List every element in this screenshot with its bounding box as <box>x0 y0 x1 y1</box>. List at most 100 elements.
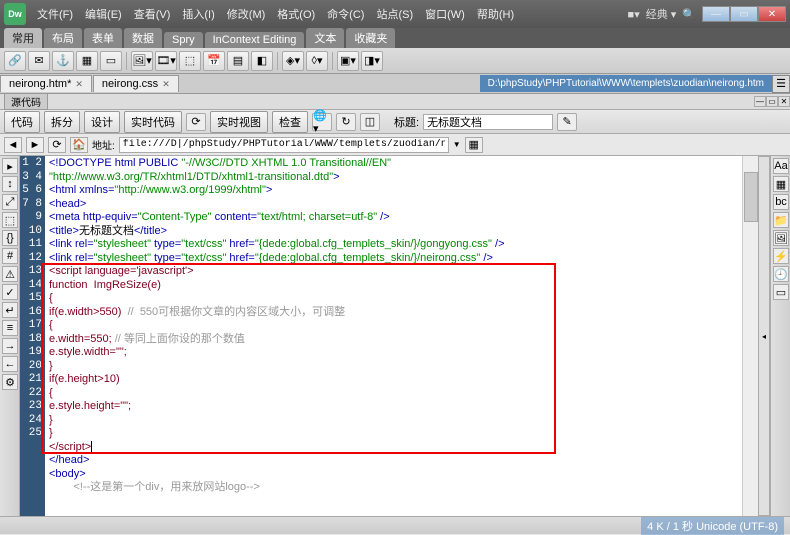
expand-icon[interactable]: ⤢ <box>2 194 18 210</box>
view-code-button[interactable]: 代码 <box>4 111 40 133</box>
scroll-thumb[interactable] <box>744 172 758 222</box>
menu-item[interactable]: 站点(S) <box>371 4 418 24</box>
category-tab[interactable]: 常用 <box>4 28 42 48</box>
f4-icon[interactable]: ⟳ <box>186 113 206 131</box>
menu-item[interactable]: 文件(F) <box>32 4 78 24</box>
close-tab-icon[interactable]: ✕ <box>75 79 83 90</box>
menu-item[interactable]: 插入(I) <box>177 4 219 24</box>
insert-anchor-icon[interactable]: ⚓ <box>52 51 74 71</box>
menu-item[interactable]: 编辑(E) <box>80 4 127 24</box>
insert-date-icon[interactable]: 📅 <box>203 51 225 71</box>
address-input[interactable] <box>119 137 449 153</box>
insert-script-icon[interactable]: ◊▾ <box>306 51 328 71</box>
category-tab[interactable]: 数据 <box>124 28 162 48</box>
title-label: 标题: <box>394 114 419 130</box>
maximize-button[interactable]: ▭ <box>730 6 758 22</box>
view-design-button[interactable]: 设计 <box>84 111 120 133</box>
inspect-button[interactable]: 检查 <box>272 111 308 133</box>
insert-tag-icon[interactable]: ◨▾ <box>361 51 383 71</box>
insert-template-icon[interactable]: ▣▾ <box>337 51 359 71</box>
panel-min-icon[interactable]: — <box>754 96 766 107</box>
view-split-button[interactable]: 拆分 <box>44 111 80 133</box>
panel-dock-right: Aa ▦ bc 📁 🖼 ⚡ 🕘 ▭ <box>770 156 790 516</box>
doc-menu-icon[interactable]: ☰ <box>772 75 790 93</box>
insert-table-icon[interactable]: ▦ <box>76 51 98 71</box>
select-parent-icon[interactable]: ⬚ <box>2 212 18 228</box>
search-glass-icon[interactable]: 🔍 <box>682 8 696 21</box>
document-path: D:\phpStudy\PHPTutorial\WWW\templets\zuo… <box>480 75 772 92</box>
indent-icon[interactable]: → <box>2 338 18 354</box>
category-tab[interactable]: 文本 <box>306 28 344 48</box>
insert-server-icon[interactable]: ▤ <box>227 51 249 71</box>
category-tab[interactable]: 布局 <box>44 28 82 48</box>
forward-icon[interactable]: ► <box>26 137 44 153</box>
menu-item[interactable]: 查看(V) <box>129 4 176 24</box>
category-tab[interactable]: Spry <box>164 32 203 48</box>
menu-item[interactable]: 帮助(H) <box>472 4 519 24</box>
close-tab-icon[interactable]: ✕ <box>162 79 170 90</box>
search-icon[interactable]: ■▾ <box>628 8 640 21</box>
browse-icon[interactable]: ▦ <box>465 137 483 153</box>
business-catalyst-icon[interactable]: bc <box>773 194 789 210</box>
insert-image-icon[interactable]: 🖼▾ <box>131 51 153 71</box>
balance-braces-icon[interactable]: {} <box>2 230 18 246</box>
format-icon[interactable]: ⚙ <box>2 374 18 390</box>
code-editor[interactable]: 1 2 3 4 5 6 7 8 9 10 11 12 13 14 15 16 1… <box>20 156 758 516</box>
insert-hyperlink-icon[interactable]: 🔗 <box>4 51 26 71</box>
line-numbers-icon[interactable]: # <box>2 248 18 264</box>
assets-panel-icon[interactable]: 🖼 <box>773 230 789 246</box>
menu-item[interactable]: 窗口(W) <box>420 4 470 24</box>
panel-close-icon[interactable]: ✕ <box>778 96 790 107</box>
category-tab[interactable]: 表单 <box>84 28 122 48</box>
address-bar: ◄ ► ⟳ 🏠 地址: ▼ ▦ <box>0 134 790 156</box>
keywords-icon[interactable]: ✎ <box>557 113 577 131</box>
document-tab[interactable]: neirong.css✕ <box>93 75 179 92</box>
insert-div-icon[interactable]: ▭ <box>100 51 122 71</box>
source-code-tab[interactable]: 源代码 <box>4 93 48 110</box>
menu-item[interactable]: 修改(M) <box>222 4 271 24</box>
refresh-icon[interactable]: ↻ <box>336 113 356 131</box>
stop-icon[interactable]: ⟳ <box>48 137 66 153</box>
panel-restore-icon[interactable]: ▭ <box>766 96 778 107</box>
status-info: 4 K / 1 秒 Unicode (UTF-8) <box>641 517 784 535</box>
ap-elements-icon[interactable]: ▦ <box>773 176 789 192</box>
insert-widget-icon[interactable]: ⬚ <box>179 51 201 71</box>
browser-preview-icon[interactable]: 🌐▾ <box>312 113 332 131</box>
insert-comment-icon[interactable]: ◧ <box>251 51 273 71</box>
live-code-button[interactable]: 实时代码 <box>124 111 182 133</box>
minimize-button[interactable]: — <box>702 6 730 22</box>
category-tab[interactable]: 收藏夹 <box>346 28 395 48</box>
syntax-error-icon[interactable]: ✓ <box>2 284 18 300</box>
insert-email-icon[interactable]: ✉ <box>28 51 50 71</box>
open-docs-icon[interactable]: ▸ <box>2 158 18 174</box>
behaviors-icon[interactable]: ⚡ <box>773 248 789 264</box>
window-controls: — ▭ ✕ <box>702 6 786 22</box>
outdent-icon[interactable]: ← <box>2 356 18 372</box>
category-tab[interactable]: InContext Editing <box>205 32 305 48</box>
file-mgmt-icon[interactable]: ◫ <box>360 113 380 131</box>
menu-item[interactable]: 格式(O) <box>272 4 320 24</box>
menu-bar: 文件(F)编辑(E)查看(V)插入(I)修改(M)格式(O)命令(C)站点(S)… <box>32 4 628 24</box>
highlight-invalid-icon[interactable]: ⚠ <box>2 266 18 282</box>
files-panel-icon[interactable]: 📁 <box>773 212 789 228</box>
panel-collapse-icon[interactable]: ◂ <box>758 156 770 516</box>
document-title-input[interactable] <box>423 114 553 130</box>
insert-media-icon[interactable]: 🎞▾ <box>155 51 177 71</box>
vertical-scrollbar[interactable] <box>742 156 758 516</box>
home-icon[interactable]: 🏠 <box>70 137 88 153</box>
document-tab[interactable]: neirong.htm*✕ <box>0 75 92 92</box>
word-wrap-icon[interactable]: ↵ <box>2 302 18 318</box>
history-icon[interactable]: 🕘 <box>773 266 789 282</box>
address-label: 地址: <box>92 137 115 152</box>
back-icon[interactable]: ◄ <box>4 137 22 153</box>
menu-item[interactable]: 命令(C) <box>322 4 369 24</box>
close-button[interactable]: ✕ <box>758 6 786 22</box>
insert-head-icon[interactable]: ◈▾ <box>282 51 304 71</box>
code-content[interactable]: <!DOCTYPE html PUBLIC "-//W3C//DTD XHTML… <box>45 156 742 516</box>
layout-selector[interactable]: 经典 ▾ <box>646 6 677 22</box>
live-view-button[interactable]: 实时视图 <box>210 111 268 133</box>
frames-icon[interactable]: ▭ <box>773 284 789 300</box>
recent-snippets-icon[interactable]: ≡ <box>2 320 18 336</box>
css-panel-icon[interactable]: Aa <box>773 158 789 174</box>
collapse-icon[interactable]: ↕ <box>2 176 18 192</box>
